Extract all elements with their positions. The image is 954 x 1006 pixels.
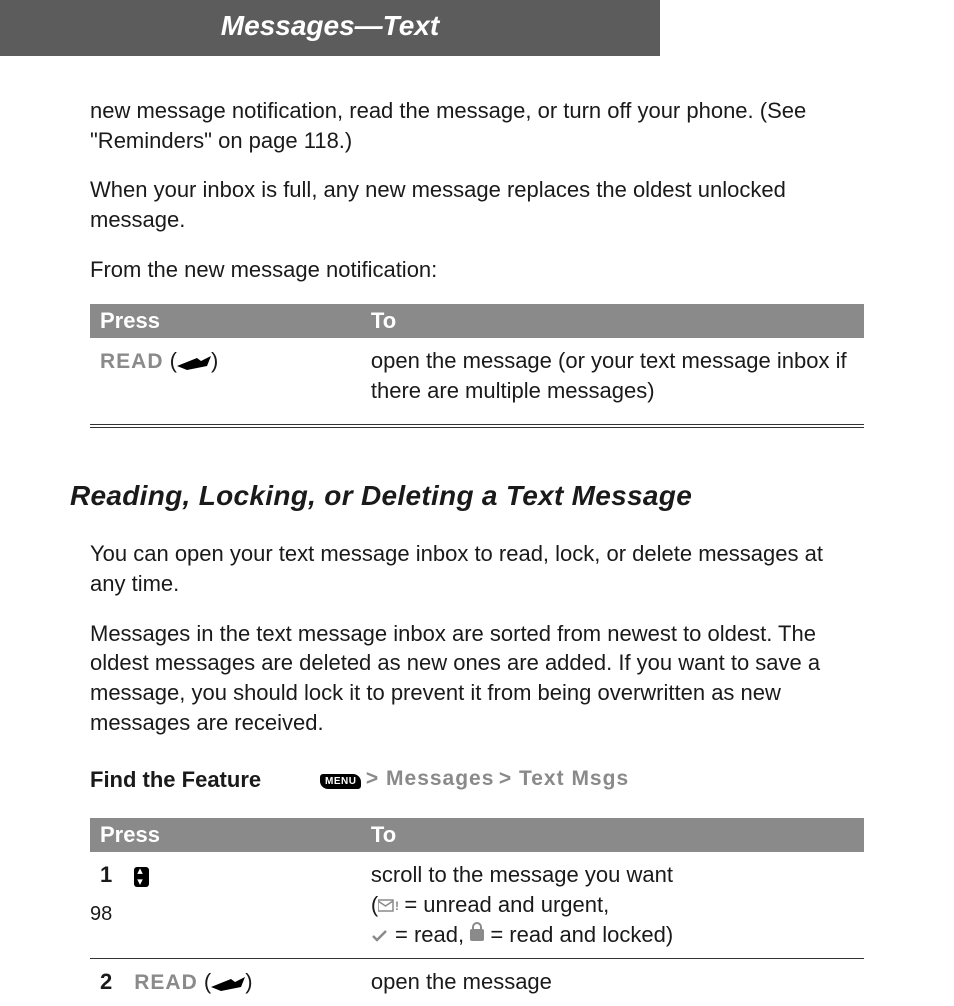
step1-to-a: scroll to the message you want xyxy=(371,862,673,887)
right-softkey-icon-2 xyxy=(211,977,245,991)
scroll-key-icon xyxy=(134,867,149,887)
menu-path-container: MENU > Messages > Text Msgs xyxy=(320,767,629,791)
path-text-msgs: Text Msgs xyxy=(519,767,629,790)
step2-to: open the message xyxy=(361,959,864,1006)
step1-b2: = read, xyxy=(389,922,470,947)
close-paren-2: ) xyxy=(245,969,252,994)
t1-head-to: To xyxy=(361,304,864,338)
menu-key-icon: MENU xyxy=(320,774,361,789)
close-paren: ) xyxy=(211,348,218,373)
table-2: Press To 1 scroll to the message you wan… xyxy=(90,818,864,1005)
right-softkey-icon xyxy=(177,356,211,370)
table-1: Press To READ () open the message (or yo… xyxy=(90,304,864,413)
table-row: 1 scroll to the message you want (! = un… xyxy=(90,852,864,957)
path-sep-2: > xyxy=(499,767,519,790)
step1-b1: = unread and urgent, xyxy=(398,892,609,917)
paren-open: ( xyxy=(371,892,378,917)
find-feature-label: Find the Feature xyxy=(90,767,320,793)
intro-p2: When your inbox is full, any new message… xyxy=(90,175,864,234)
intro-p3: From the new message notification: xyxy=(90,255,864,285)
page-content: new message notification, read the messa… xyxy=(0,56,954,1006)
section-heading: Reading, Locking, or Deleting a Text Mes… xyxy=(70,478,864,514)
path-messages: Messages xyxy=(386,767,494,790)
path-sep-1: > xyxy=(366,767,386,790)
page-number: 98 xyxy=(90,903,112,926)
open-paren: ( xyxy=(170,348,177,373)
table-row: 2 READ () open the message xyxy=(90,959,864,1006)
header-bar: Messages—Text xyxy=(0,0,660,56)
checkmark-read-icon xyxy=(371,929,389,943)
read-softkey-label: READ xyxy=(100,350,164,373)
header-title: Messages—Text xyxy=(221,10,439,41)
t1-row1-to: open the message (or your text message i… xyxy=(361,338,864,413)
find-the-feature: Find the Feature MENU > Messages > Text … xyxy=(90,767,864,793)
step1-b3: = read and locked) xyxy=(484,922,673,947)
lock-icon xyxy=(470,929,484,941)
t2-head-to: To xyxy=(361,818,864,852)
body-p1: You can open your text message inbox to … xyxy=(90,539,864,598)
open-paren-2: ( xyxy=(204,969,211,994)
intro-p1: new message notification, read the messa… xyxy=(90,96,864,155)
step-2-num: 2 xyxy=(100,967,122,997)
read-softkey-label-2: READ xyxy=(134,971,198,994)
step-1-num: 1 xyxy=(100,860,122,890)
unread-urgent-icon: ! xyxy=(378,899,398,913)
table-row: READ () open the message (or your text m… xyxy=(90,338,864,413)
t1-head-press: Press xyxy=(90,304,361,338)
body-p2: Messages in the text message inbox are s… xyxy=(90,619,864,738)
t2-head-press: Press xyxy=(90,818,361,852)
table-rule xyxy=(90,424,864,428)
